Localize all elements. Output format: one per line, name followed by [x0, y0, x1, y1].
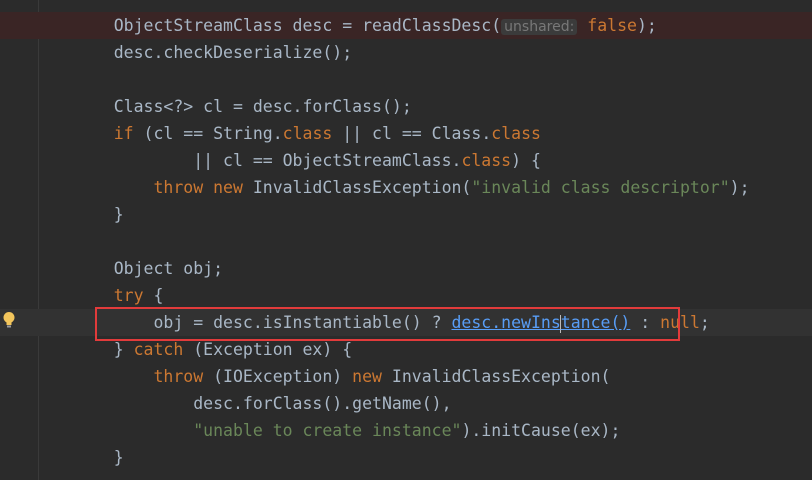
code-line[interactable]: } [0, 444, 812, 471]
code-token: catch [133, 340, 184, 359]
highlight-box [95, 307, 680, 341]
code-line[interactable]: throw new InvalidClassException("invalid… [0, 174, 812, 201]
code-text[interactable]: ObjectStreamClass desc = readClassDesc(u… [74, 12, 657, 41]
code-editor[interactable]: ObjectStreamClass desc = readClassDesc(u… [0, 0, 812, 480]
code-text[interactable]: desc.forClass().getName(), [74, 390, 452, 417]
code-text[interactable]: if (cl == String.class || cl == Class.cl… [74, 120, 541, 147]
code-token: } [113, 448, 124, 467]
code-line[interactable]: ObjectStreamClass desc = readClassDesc(u… [0, 12, 812, 39]
code-line[interactable]: } [0, 201, 812, 228]
code-text[interactable]: Class<?> cl = desc.forClass(); [74, 93, 412, 120]
code-token: ; [699, 313, 710, 332]
code-token: (cl == String. [133, 124, 283, 143]
code-token: if [113, 124, 134, 143]
code-line[interactable]: if (cl == String.class || cl == Class.cl… [0, 120, 812, 147]
code-line[interactable]: Class<?> cl = desc.forClass(); [0, 93, 812, 120]
code-token: (IOException) [203, 367, 353, 386]
code-token: throw [153, 367, 204, 386]
code-text[interactable]: throw (IOException) new InvalidClassExce… [74, 363, 610, 390]
code-token: } [113, 340, 134, 359]
code-text[interactable]: desc.checkDeserialize(); [74, 39, 352, 66]
code-token: { [143, 286, 164, 305]
code-token: || cl == Class. [332, 124, 492, 143]
code-token: (Exception ex) { [183, 340, 353, 359]
code-token: class [491, 124, 541, 143]
code-token: Object obj; [113, 259, 224, 278]
code-line[interactable]: desc.forClass().getName(), [0, 390, 812, 417]
code-line[interactable]: throw (IOException) new InvalidClassExce… [0, 363, 812, 390]
code-token: class [461, 151, 512, 170]
code-token: InvalidClassException( [381, 367, 611, 386]
code-token: throw new [153, 178, 243, 197]
lightbulb-icon[interactable] [2, 311, 16, 329]
code-line[interactable]: || cl == ObjectStreamClass.class) { [0, 147, 812, 174]
code-token: ); [729, 178, 750, 197]
code-line[interactable]: desc.checkDeserialize(); [0, 39, 812, 66]
code-token: ObjectStreamClass desc = readClassDesc( [113, 16, 502, 35]
code-token: InvalidClassException( [242, 178, 472, 197]
code-token: } [113, 205, 124, 224]
code-text[interactable]: } [74, 444, 124, 471]
code-token: ) { [511, 151, 541, 170]
code-token: ); [636, 16, 657, 35]
code-token: "unable to create instance" [193, 421, 462, 440]
code-token: new [352, 367, 382, 386]
code-line[interactable]: Object obj; [0, 255, 812, 282]
code-token: "invalid class descriptor" [471, 178, 730, 197]
code-token: ).initCause(ex); [461, 421, 621, 440]
code-line[interactable]: try { [0, 282, 812, 309]
code-text[interactable]: || cl == ObjectStreamClass.class) { [74, 147, 541, 174]
code-text[interactable]: Object obj; [74, 255, 223, 282]
code-token: || cl == ObjectStreamClass. [193, 151, 462, 170]
code-token: Class<?> cl = desc.forClass(); [113, 97, 412, 116]
code-token: class [282, 124, 333, 143]
code-line[interactable] [0, 66, 812, 93]
parameter-hint: unshared: [501, 19, 578, 35]
code-token: desc.checkDeserialize(); [113, 43, 353, 62]
code-line[interactable] [0, 228, 812, 255]
code-line[interactable]: "unable to create instance").initCause(e… [0, 417, 812, 444]
code-token: false [577, 16, 637, 35]
code-text[interactable]: throw new InvalidClassException("invalid… [74, 174, 750, 201]
code-text[interactable]: try { [74, 282, 164, 309]
code-token: try [113, 286, 144, 305]
code-text[interactable]: "unable to create instance").initCause(e… [74, 417, 620, 444]
code-text[interactable]: } [74, 201, 124, 228]
code-token: desc.forClass().getName(), [193, 394, 452, 413]
